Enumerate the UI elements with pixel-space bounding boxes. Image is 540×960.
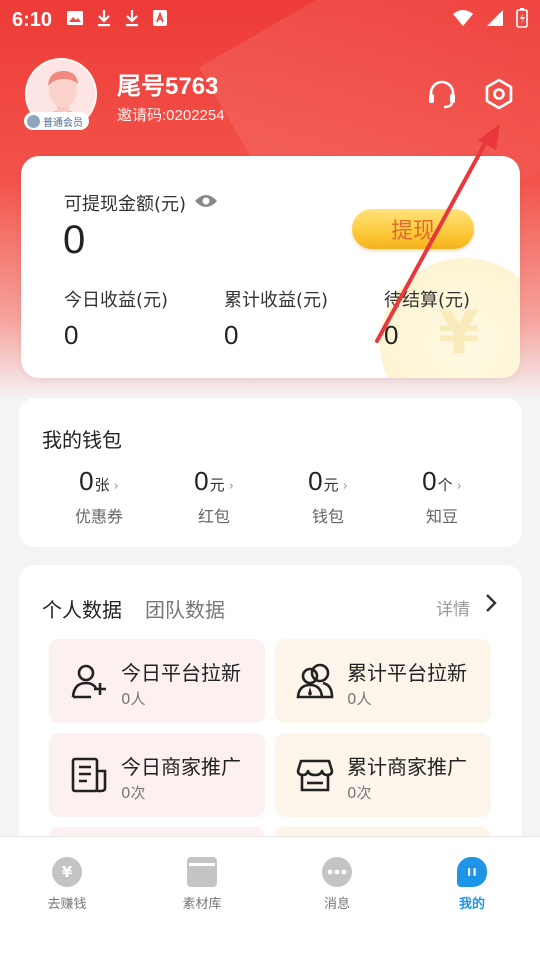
wallet-unit: 元 xyxy=(323,476,339,494)
tile-title: 累计商家推广 xyxy=(347,755,467,779)
wallet-unit: 个 xyxy=(437,476,453,494)
chevron-right-icon[interactable] xyxy=(484,592,498,618)
document-icon xyxy=(69,755,109,795)
wallet-card: 我的钱包 0 张 › 优惠券 0 元 › 红包 0 元 › 钱包 0 个 › 知… xyxy=(19,398,522,547)
data-panel: 个人数据 团队数据 详情 今日平台拉新 0人 累计平台拉新 0人 今日商家推广 … xyxy=(19,565,522,855)
tab-team-data[interactable]: 团队数据 xyxy=(145,594,225,623)
tile-total-new-users[interactable]: 累计平台拉新 0人 xyxy=(275,639,491,723)
wallet-item-beans[interactable]: 0 个 › 知豆 xyxy=(382,466,502,527)
download-notification-icon xyxy=(124,9,140,32)
wifi-icon xyxy=(452,9,474,32)
status-time: 6:10 xyxy=(12,8,53,31)
wallet-value: 0 xyxy=(422,466,437,496)
stat-total-earnings: 累计收益(元) 0 xyxy=(224,286,328,351)
nav-label: 素材库 xyxy=(182,897,222,912)
member-level-label: 普通会员 xyxy=(43,117,83,129)
wallet-value: 0 xyxy=(194,466,209,496)
tile-title: 今日商家推广 xyxy=(121,755,241,779)
image-notification-icon xyxy=(66,9,84,32)
download-notification-icon xyxy=(96,9,112,32)
member-badge: 普通会员 xyxy=(24,112,89,130)
chevron-right-icon: › xyxy=(342,479,348,494)
wallet-unit: 张 xyxy=(94,476,110,494)
wallet-item-balance[interactable]: 0 元 › 钱包 xyxy=(268,466,388,527)
chevron-right-icon: › xyxy=(113,479,119,494)
withdrawable-label: 可提现金额(元) xyxy=(64,194,187,215)
stat-today-earnings: 今日收益(元) 0 xyxy=(64,286,168,351)
signal-icon xyxy=(486,9,504,32)
message-icon xyxy=(322,857,352,887)
stat-value: 0 xyxy=(384,320,399,350)
tile-value: 0人 xyxy=(121,690,146,708)
nav-label: 消息 xyxy=(323,897,350,912)
stat-label: 今日收益(元) xyxy=(64,290,169,311)
chevron-right-icon: › xyxy=(228,479,234,494)
stat-value: 0 xyxy=(64,320,79,350)
tile-total-merchant-promo[interactable]: 累计商家推广 0次 xyxy=(275,733,491,817)
withdrawable-label-row: 可提现金额(元) xyxy=(64,190,218,216)
app-notification-icon xyxy=(152,9,168,32)
wallet-value: 0 xyxy=(79,466,94,496)
wallet-label: 知豆 xyxy=(425,507,458,526)
withdrawable-amount: 0 xyxy=(63,218,86,262)
tile-today-new-users[interactable]: 今日平台拉新 0人 xyxy=(49,639,265,723)
wallet-item-coupons[interactable]: 0 张 › 优惠券 xyxy=(39,466,159,527)
nav-label: 我的 xyxy=(458,897,485,912)
nav-label: 去赚钱 xyxy=(47,897,87,912)
nav-item-messages[interactable]: 消息 xyxy=(292,857,382,912)
invite-code[interactable]: 邀请码:0202254 xyxy=(117,104,225,125)
wallet-item-red-packet[interactable]: 0 元 › 红包 xyxy=(154,466,274,527)
status-bar: 6:10 xyxy=(0,0,540,40)
tile-today-merchant-promo[interactable]: 今日商家推广 0次 xyxy=(49,733,265,817)
tile-value: 0次 xyxy=(347,784,372,802)
eye-icon[interactable] xyxy=(194,193,218,214)
username: 尾号5763 xyxy=(117,73,219,100)
yen-coin-icon: ¥ xyxy=(52,857,82,887)
stat-label: 累计收益(元) xyxy=(224,290,329,311)
library-icon xyxy=(187,857,217,887)
bottom-navigation: ¥ 去赚钱 素材库 消息 我的 xyxy=(0,836,540,960)
users-group-icon xyxy=(295,661,335,701)
member-level-icon xyxy=(27,114,40,128)
customer-service-icon[interactable] xyxy=(424,76,460,112)
wallet-value: 0 xyxy=(308,466,323,496)
withdraw-button[interactable]: 提现 xyxy=(352,209,474,249)
wallet-unit: 元 xyxy=(209,476,225,494)
nav-item-earn[interactable]: ¥ 去赚钱 xyxy=(22,857,112,912)
tile-title: 累计平台拉新 xyxy=(347,661,467,685)
stat-label: 待结算(元) xyxy=(384,290,471,311)
profile-icon xyxy=(457,857,487,887)
settings-icon[interactable] xyxy=(481,76,517,112)
tile-title: 今日平台拉新 xyxy=(121,661,241,685)
nav-item-mine[interactable]: 我的 xyxy=(427,857,517,912)
wallet-label: 钱包 xyxy=(311,507,344,526)
tile-value: 0次 xyxy=(121,784,146,802)
battery-icon xyxy=(516,7,528,33)
wallet-label: 红包 xyxy=(197,507,230,526)
add-user-icon xyxy=(69,661,109,701)
store-icon xyxy=(295,755,335,795)
tab-personal-data[interactable]: 个人数据 xyxy=(42,594,122,623)
wallet-title: 我的钱包 xyxy=(42,428,122,452)
stat-value: 0 xyxy=(224,320,239,350)
chevron-right-icon: › xyxy=(456,479,462,494)
wallet-label: 优惠券 xyxy=(74,507,123,526)
stat-pending-settlement: 待结算(元) 0 xyxy=(384,286,470,351)
nav-item-library[interactable]: 素材库 xyxy=(157,857,247,912)
details-link[interactable]: 详情 xyxy=(436,595,470,620)
tile-value: 0人 xyxy=(347,690,372,708)
earnings-card: ¥ 可提现金额(元) 0 提现 今日收益(元) 0 累计收益(元) 0 待结算(… xyxy=(21,156,520,378)
